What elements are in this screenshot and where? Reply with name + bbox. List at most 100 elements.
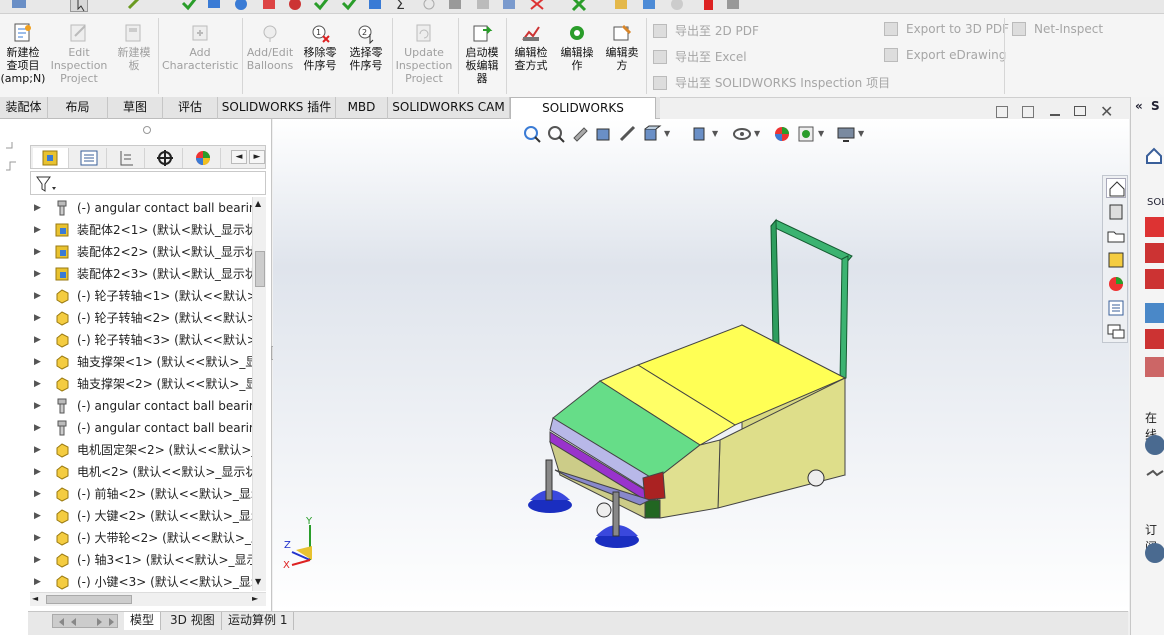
resource-icon[interactable] (1145, 269, 1164, 289)
sketch-tool-icon[interactable] (4, 140, 22, 180)
view-palette-icon[interactable] (1106, 250, 1126, 270)
expand-arrow-icon[interactable]: ▶ (34, 527, 41, 549)
view-orientation-icon[interactable] (642, 124, 662, 144)
select-part-number-button[interactable]: 2 选择零 件序号 (344, 18, 388, 96)
pen-icon[interactable] (126, 0, 144, 12)
resource-icon[interactable] (1145, 217, 1164, 237)
configurationmanager-tab[interactable] (109, 148, 145, 168)
apply-scene-icon[interactable] (796, 124, 816, 144)
tree-item[interactable]: ▶ (-) 前轴<2> (默认<<默认>_显示 (30, 483, 252, 505)
design-library-icon[interactable] (1106, 202, 1126, 222)
evaluate-icon[interactable] (312, 0, 330, 12)
tree-item[interactable]: ▶ 装配体2<2> (默认<默认_显示状 (30, 241, 252, 263)
filter-icon[interactable] (34, 174, 58, 194)
cart-3d-model[interactable]: Y Z X (273, 119, 1129, 611)
graphics-viewport[interactable]: Y Z X (273, 119, 1129, 611)
add-characteristic-button[interactable]: Add Characteristic (162, 18, 239, 96)
remove-part-number-button[interactable]: 1 移除零 件序号 (298, 18, 342, 96)
import-icon[interactable] (500, 0, 518, 12)
tree-item[interactable]: ▶ (-) 轮子转轴<1> (默认<<默认>_ (30, 285, 252, 307)
handshake-icon[interactable] (1145, 465, 1164, 485)
tree-item[interactable]: ▶ (-) 轮子转轴<2> (默认<<默认>_ (30, 307, 252, 329)
check2-icon[interactable] (340, 0, 358, 12)
view-orientation-dropdown-icon[interactable]: ▼ (664, 124, 684, 144)
scroll-up-icon[interactable]: ▲ (255, 199, 261, 208)
new-inspection-project-button[interactable]: 新建检 查项目 (amp;N) (0, 18, 46, 96)
view-settings-dropdown-icon[interactable]: ▼ (858, 124, 878, 144)
section-view-icon[interactable] (594, 124, 614, 144)
tab-solidworks-inspection[interactable]: SOLIDWORKS Inspection (510, 97, 656, 136)
home-icon[interactable] (1106, 178, 1126, 198)
minimize-icon[interactable] (1050, 114, 1060, 116)
tree-item[interactable]: ▶ (-) 轮子转轴<3> (默认<<默认>_ (30, 329, 252, 351)
tree-item[interactable]: ▶ 电机固定架<2> (默认<<默认>_ (30, 439, 252, 461)
file-explorer-icon[interactable] (1106, 226, 1126, 246)
rebuild-icon[interactable] (10, 0, 28, 12)
dynamic-annotation-icon[interactable] (618, 124, 638, 144)
resource-icon[interactable] (1145, 303, 1164, 323)
tree-item[interactable]: ▶ 轴支撑架<1> (默认<<默认>_显 (30, 351, 252, 373)
export-excel-button[interactable]: 导出至 Excel (653, 48, 747, 68)
edit-operation-button[interactable]: 编辑操 作 (556, 18, 598, 96)
expand-arrow-icon[interactable]: ▶ (34, 219, 41, 241)
add-edit-balloons-button[interactable]: Add/Edit Balloons (246, 18, 294, 96)
expand-arrow-icon[interactable]: ▶ (34, 461, 41, 483)
tab-layout[interactable]: 布局 (48, 97, 108, 119)
tree-item[interactable]: ▶ 电机<2> (默认<<默认>_显示状 (30, 461, 252, 483)
export-edrawing-button[interactable]: Export eDrawing (884, 48, 1006, 68)
edit-vendor-button[interactable]: 编辑卖 方 (600, 18, 644, 96)
resource-icon[interactable] (1145, 357, 1164, 377)
expand-arrow-icon[interactable]: ▶ (34, 395, 41, 417)
tool-icon[interactable] (640, 0, 658, 12)
tab-evaluate[interactable]: 评估 (163, 97, 218, 119)
expand-arrow-icon[interactable]: ▶ (34, 439, 41, 461)
edit-inspection-method-button[interactable]: 编辑检 查方式 (508, 18, 554, 96)
check-icon[interactable] (180, 0, 198, 12)
sketch-icon[interactable] (206, 0, 224, 12)
tree-item[interactable]: ▶ (-) 大带轮<2> (默认<<默认>_显 (30, 527, 252, 549)
tab-navigation-arrows[interactable] (52, 614, 118, 628)
propertymanager-tab[interactable] (71, 148, 107, 168)
view-settings-icon[interactable] (836, 124, 856, 144)
online-resource-icon[interactable] (1145, 435, 1164, 455)
scroll-right-icon[interactable]: ► (252, 594, 258, 603)
expand-arrow-icon[interactable]: ▶ (34, 241, 41, 263)
mass-icon[interactable] (446, 0, 464, 12)
appearances-icon[interactable] (1106, 274, 1126, 294)
edit-icon[interactable] (366, 0, 384, 12)
resource-icon[interactable] (1145, 243, 1164, 263)
export-2d-pdf-button[interactable]: 导出至 2D PDF (653, 22, 759, 42)
link-icon[interactable] (420, 0, 438, 12)
update-inspection-project-button[interactable]: Update Inspection Project (394, 18, 454, 96)
tree-vertical-scrollbar[interactable]: ▲ ▼ (252, 197, 266, 591)
expand-arrow-icon[interactable]: ▶ (34, 197, 41, 219)
close-icon[interactable]: ✕ (1100, 102, 1113, 121)
highlight-icon[interactable] (612, 0, 630, 12)
next-document-icon[interactable] (1022, 106, 1034, 118)
expand-arrow-icon[interactable]: ▶ (34, 483, 41, 505)
expand-arrow-icon[interactable]: ▶ (34, 351, 41, 373)
shield-icon[interactable] (668, 0, 686, 12)
sigma-icon[interactable]: Σ (394, 0, 412, 13)
apply-scene-dropdown-icon[interactable]: ▼ (818, 124, 838, 144)
tree-item[interactable]: ▶ (-) 大键<2> (默认<<默认>_显示 (30, 505, 252, 527)
tab-mbd[interactable]: MBD (336, 97, 388, 119)
expand-arrow-icon[interactable]: ▶ (34, 285, 41, 307)
edit-appearance-icon[interactable] (772, 124, 792, 144)
select-pointer-icon[interactable] (70, 0, 88, 12)
tab-sketch[interactable]: 草图 (108, 97, 163, 119)
tree-item[interactable]: ▶ 装配体2<3> (默认<默认_显示状 (30, 263, 252, 285)
expand-arrow-icon[interactable]: ▶ (34, 549, 41, 571)
display-manager-tab[interactable] (185, 148, 221, 168)
tab-motion-study[interactable]: 运动算例 1 (222, 612, 295, 630)
hide-show-dropdown-icon[interactable]: ▼ (754, 124, 774, 144)
dimxpert-tab[interactable] (147, 148, 183, 168)
display-style-dropdown-icon[interactable]: ▼ (712, 124, 732, 144)
forum-icon[interactable] (1106, 322, 1126, 342)
restore-icon[interactable] (1074, 106, 1086, 116)
measure-icon[interactable] (286, 0, 304, 12)
tree-horizontal-scrollbar[interactable]: ◄ ► (30, 592, 266, 606)
hscroll-thumb[interactable] (46, 595, 132, 604)
edit-inspection-project-button[interactable]: Edit Inspection Project (48, 18, 110, 96)
task-pane-collapse-icon[interactable]: « (1135, 99, 1143, 113)
